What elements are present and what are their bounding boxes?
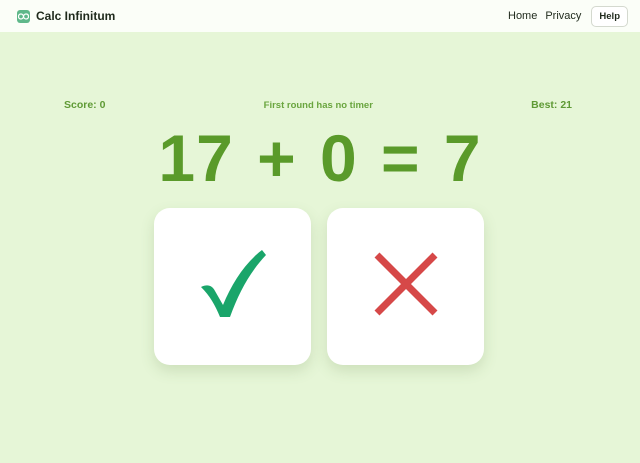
nav-links: Home Privacy Help (508, 5, 628, 27)
infinity-icon (17, 9, 30, 23)
score-label: Score: 0 (64, 99, 106, 111)
help-button[interactable]: Help (591, 5, 628, 27)
top-navbar: Calc Infinitum Home Privacy Help (0, 0, 640, 32)
round-hint: First round has no timer (263, 99, 373, 111)
cross-icon (373, 251, 439, 322)
nav-home-link[interactable]: Home (508, 10, 537, 22)
status-row: Score: 0 First round has no timer Best: … (64, 99, 572, 111)
best-score-label: Best: 21 (531, 99, 572, 111)
brand-name: Calc Infinitum (36, 9, 116, 23)
correct-answer-button[interactable] (154, 208, 311, 365)
nav-privacy-link[interactable]: Privacy (545, 10, 581, 22)
brand[interactable]: Calc Infinitum (17, 9, 115, 23)
equation: 17 + 0 = 7 (158, 121, 482, 195)
checkmark-icon (198, 247, 268, 326)
wrong-answer-button[interactable] (327, 208, 484, 365)
